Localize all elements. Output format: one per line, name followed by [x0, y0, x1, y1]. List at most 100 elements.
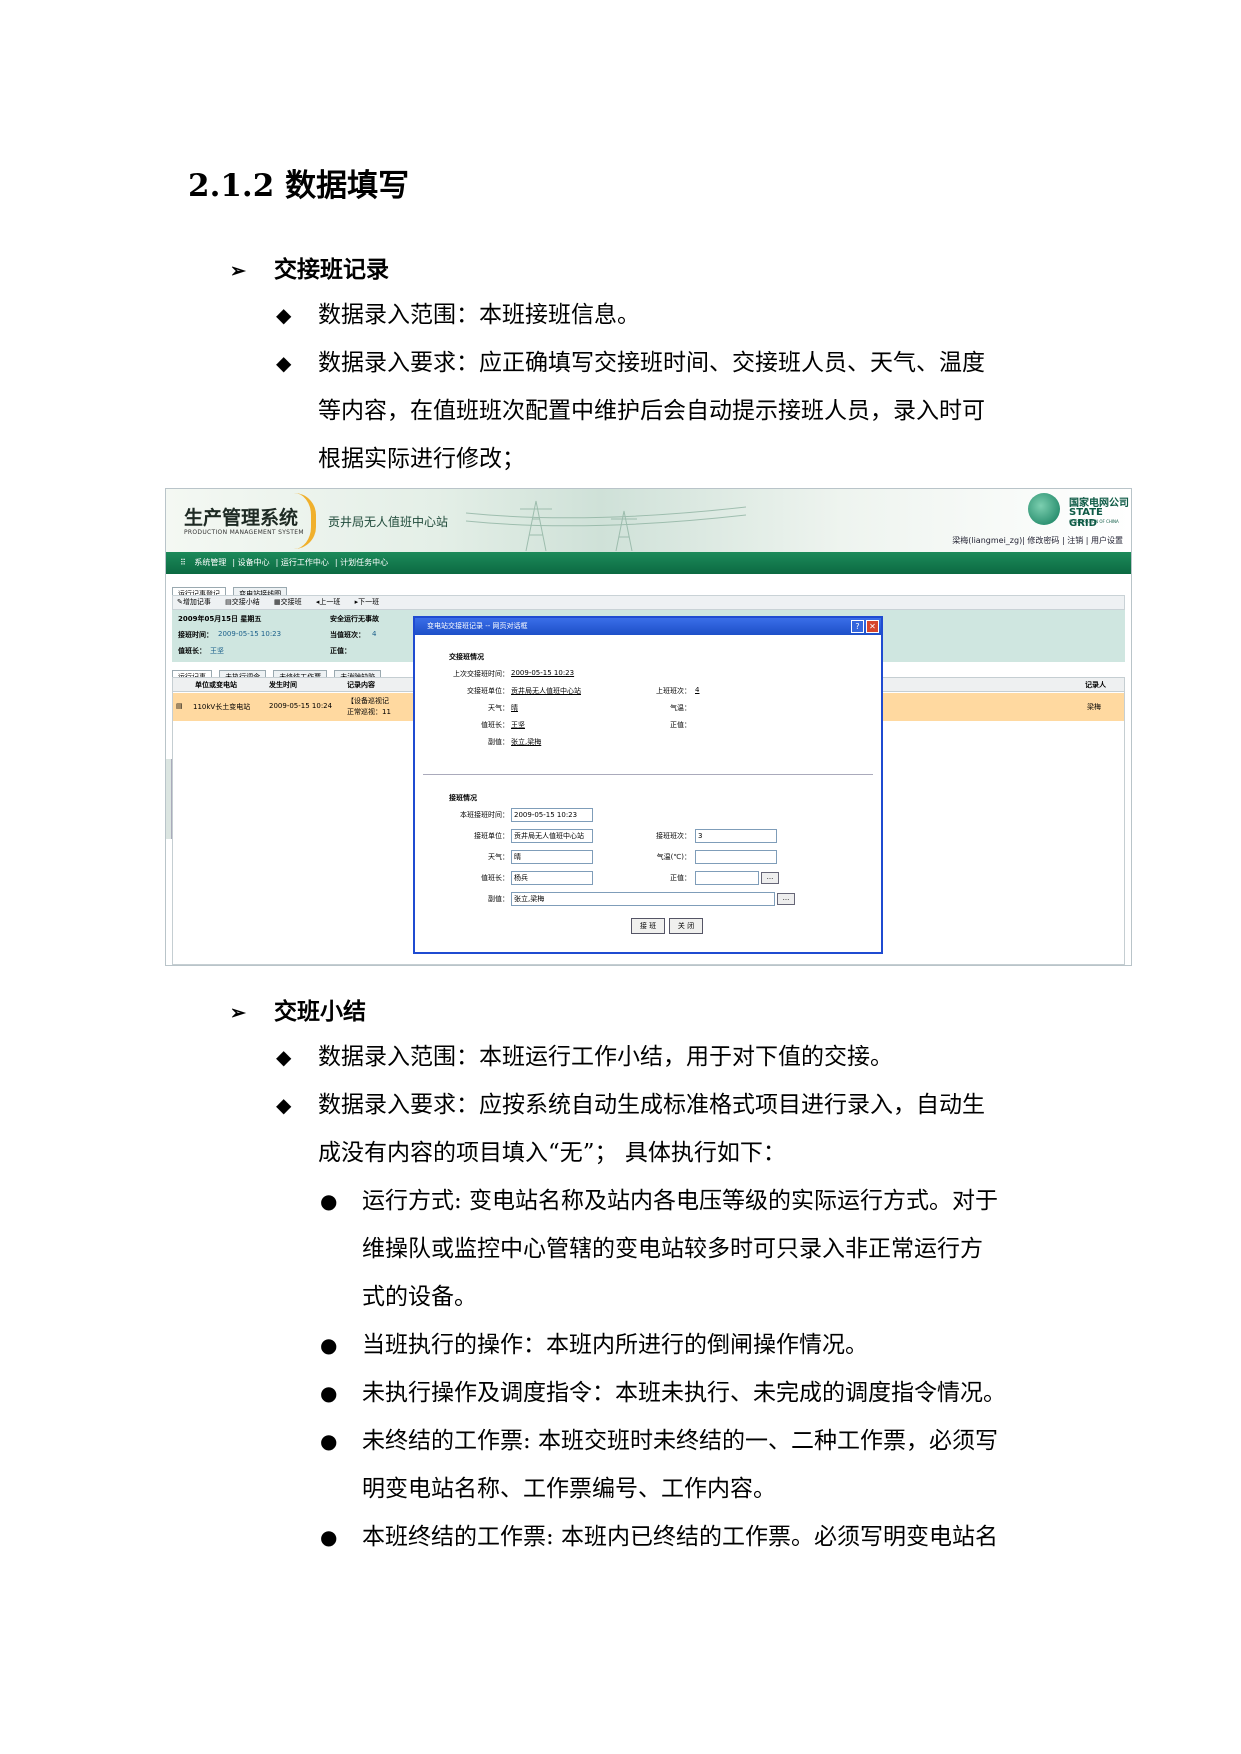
leader-value: 王坚: [511, 721, 525, 729]
dot-bullet-icon: ●: [320, 1525, 338, 1549]
nav-item-operation[interactable]: 运行工作中心: [281, 558, 329, 567]
app-screenshot: 生产管理系统 PRODUCTION MANAGEMENT SYSTEM 贡井局无…: [165, 488, 1132, 966]
col-content[interactable]: 记录内容: [347, 680, 375, 690]
this-time-label: 本班接班时间：: [460, 811, 509, 819]
station-name: 贡井局无人值班中心站: [328, 515, 449, 529]
list-item: ● 当班执行的操作：本班内所进行的倒闸操作情况。: [320, 1321, 1050, 1369]
safe-days: 安全运行无事故: [330, 615, 379, 623]
unit-value: 贡井局无人值班中心站: [511, 687, 581, 695]
take-leader-input[interactable]: 杨兵: [511, 871, 593, 885]
list-item: ● 未终结的工作票: 本班交班时未终结的一、二种工作票，必须写 明变电站名称、工…: [320, 1417, 1050, 1513]
handover-summary-button[interactable]: ▤交接小结: [225, 598, 266, 606]
dialog-title: 变电站交接班记录 -- 网页对话框: [415, 618, 881, 635]
bullet-item: ◆ 数据录入要求：应按系统自动生成标准格式项目进行录入，自动生 成没有内容的项目…: [276, 1081, 1046, 1177]
take-shift-button[interactable]: 接 班: [631, 918, 665, 934]
prev-shift-button[interactable]: ◂上一班: [316, 598, 347, 606]
state-grid-logo-icon: [1028, 493, 1060, 525]
add-record-button[interactable]: ✎增加记事: [177, 598, 217, 606]
prev-shift-value: 4: [695, 686, 700, 694]
section-title-summary: ➢ 交班小结: [230, 998, 366, 1025]
take-weather-input[interactable]: 晴: [511, 850, 593, 864]
close-icon[interactable]: ✕: [866, 620, 879, 633]
diamond-bullet-icon: ◆: [276, 1093, 292, 1117]
take-unit-input[interactable]: 贡井局无人值班中心站: [511, 829, 593, 843]
list-item: ● 运行方式: 变电站名称及站内各电压等级的实际运行方式。对于 维操队或监控中心…: [320, 1177, 1050, 1321]
bullet-item: ◆ 数据录入范围：本班运行工作小结，用于对下值的交接。: [276, 1033, 1046, 1081]
weather-label: 天气：: [488, 704, 509, 712]
take-weather-label: 天气：: [488, 853, 509, 861]
zhengzhi-label: 正值：: [330, 647, 351, 655]
bullet-item: ◆ 数据录入范围：本班接班信息。: [276, 291, 1046, 339]
help-icon[interactable]: ?: [851, 620, 864, 633]
take-fu-input[interactable]: 张立,梁梅: [511, 892, 775, 906]
dangzhi-label: 当值班次：: [330, 631, 365, 639]
this-time-input[interactable]: 2009-05-15 10:23: [511, 808, 593, 822]
menu-icon: ⠿: [180, 558, 186, 567]
list-item: ● 本班终结的工作票: 本班内已终结的工作票。必须写明变电站名: [320, 1513, 1050, 1561]
handover-dialog: 变电站交接班记录 -- 网页对话框 ? ✕ 交接班情况 上次交接班时间： 200…: [413, 616, 883, 954]
dot-bullet-icon: ●: [320, 1429, 338, 1453]
last-time-label: 上次交接班时间：: [453, 670, 509, 678]
nav-item-system[interactable]: 系统管理: [194, 558, 226, 567]
app-banner: 生产管理系统 PRODUCTION MANAGEMENT SYSTEM 贡井局无…: [166, 489, 1131, 552]
take-fu-label: 副值：: [488, 895, 509, 903]
close-button[interactable]: 关 闭: [669, 918, 703, 934]
fu-picker-button[interactable]: ...: [777, 893, 795, 905]
list-item: ● 未执行操作及调度指令：本班未执行、未完成的调度指令情况。: [320, 1369, 1050, 1417]
leader-label: 值班长：: [481, 721, 509, 729]
toolbar: ✎增加记事 ▤交接小结 ▦交接班 ◂上一班 ▸下一班: [172, 595, 1125, 610]
handover-button[interactable]: ▦交接班: [274, 598, 308, 606]
diamond-bullet-icon: ◆: [276, 351, 292, 375]
row-content-line2: 正常巡视：11: [347, 708, 391, 716]
brand-sub: CORPORATION OF CHINA: [1069, 519, 1119, 524]
nav-item-device[interactable]: 设备中心: [238, 558, 270, 567]
take-zheng-input[interactable]: [695, 871, 759, 885]
logo-swoosh-icon: [294, 493, 316, 549]
temp-label: 气温：: [670, 704, 691, 712]
jiaoban-label: 接班时间：: [178, 631, 213, 639]
section-heading: 2.1.2 数据填写: [188, 168, 410, 204]
zheng-picker-button[interactable]: ...: [761, 872, 779, 884]
row-content-line1: 【设备巡视记: [347, 697, 389, 705]
col-time[interactable]: 发生时间: [269, 680, 297, 690]
take-zheng-label: 正值：: [670, 874, 691, 882]
top-tabs: 运行记事登记 变电站接线图: [172, 581, 289, 600]
col-recorder[interactable]: 记录人: [1085, 680, 1106, 690]
leader-label: 值班长：: [178, 647, 206, 655]
note-icon: ▤: [176, 702, 183, 710]
collapse-handle[interactable]: [166, 759, 172, 839]
bullet-item: ◆ 数据录入要求：应正确填写交接班时间、交接班人员、天气、温度 等内容，在值班班…: [276, 339, 1046, 483]
take-shift-input[interactable]: 3: [695, 829, 777, 843]
power-tower-icon: [466, 500, 746, 551]
zheng-label: 正值：: [670, 721, 691, 729]
arrow-bullet-icon: ➢: [230, 260, 246, 282]
arrow-bullet-icon: ➢: [230, 1002, 246, 1024]
nav-item-plan[interactable]: 计划任务中心: [340, 558, 388, 567]
leader-value: 王坚: [210, 647, 224, 655]
col-station[interactable]: 单位或变电站: [195, 680, 237, 690]
divider: [423, 774, 873, 775]
dot-bullet-icon: ●: [320, 1333, 338, 1357]
row-recorder: 梁梅: [1087, 703, 1101, 711]
take-temp-input[interactable]: [695, 850, 777, 864]
unit-label: 交接班单位：: [467, 687, 509, 695]
dot-bullet-icon: ●: [320, 1381, 338, 1405]
take-temp-label: 气温(℃)：: [656, 853, 691, 861]
user-links[interactable]: 梁梅(liangmei_zg)| 修改密码 | 注销 | 用户设置: [952, 535, 1123, 546]
weather-value: 晴: [511, 704, 518, 712]
jiaoban-time: 2009-05-15 10:23: [218, 630, 282, 638]
app-subtitle: PRODUCTION MANAGEMENT SYSTEM: [184, 529, 304, 536]
app-title: 生产管理系统: [184, 507, 299, 529]
prev-shift-label: 上班班次：: [656, 687, 691, 695]
diamond-bullet-icon: ◆: [276, 1045, 292, 1069]
brand-en: STATE GRID: [1069, 507, 1103, 529]
next-shift-button[interactable]: ▸下一班: [355, 598, 386, 606]
handover-section-title: 交接班情况: [449, 653, 484, 661]
take-unit-label: 接班单位：: [474, 832, 509, 840]
row-station: 110kV长土变电站: [193, 703, 251, 711]
shift-date: 2009年05月15日 星期五: [178, 615, 262, 623]
take-leader-label: 值班长：: [481, 874, 509, 882]
fu-label: 副值：: [488, 738, 509, 746]
take-section-title: 接班情况: [449, 794, 477, 802]
row-time: 2009-05-15 10:24: [269, 702, 333, 710]
